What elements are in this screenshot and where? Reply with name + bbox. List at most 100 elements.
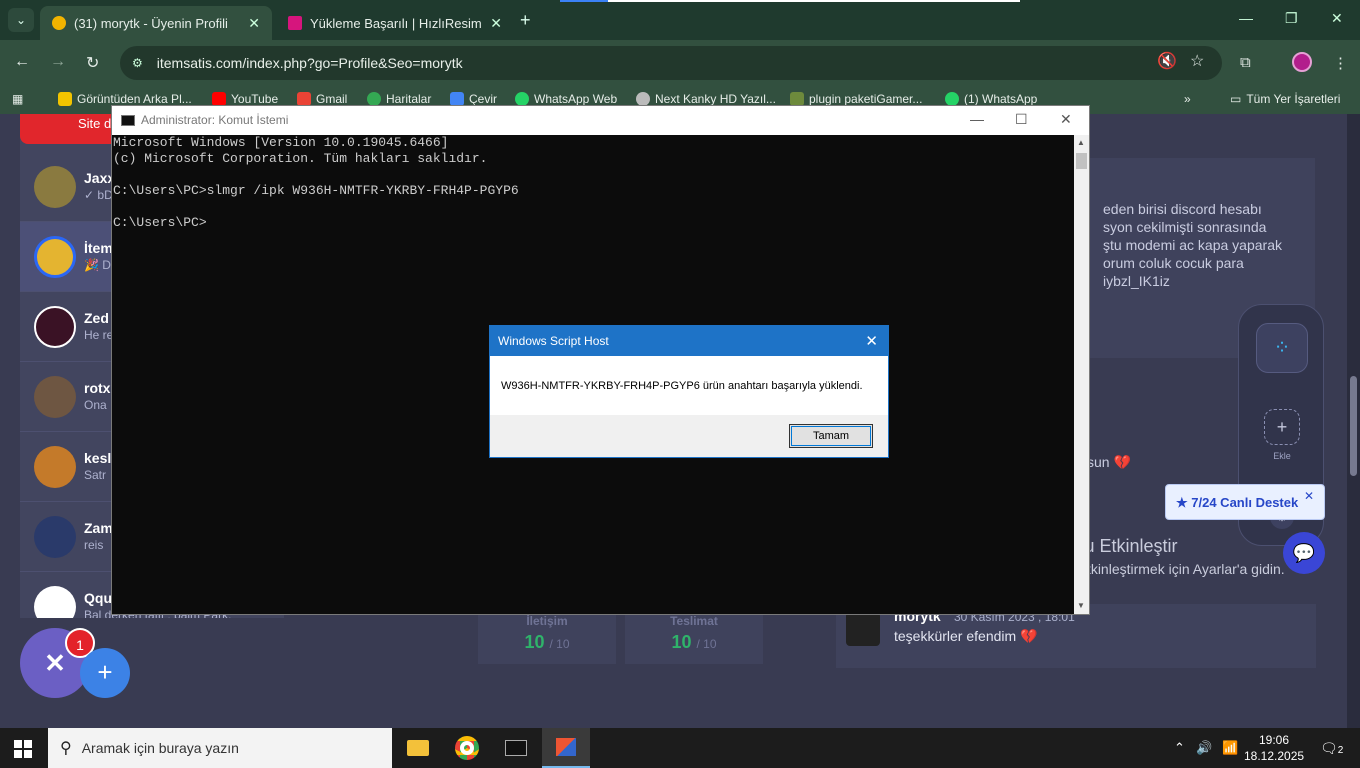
minimize-button[interactable]: — xyxy=(1239,10,1253,26)
whatsapp-icon xyxy=(945,92,959,106)
rating-label: Teslimat xyxy=(670,614,718,628)
chat-snippet: ✓ bD xyxy=(84,188,113,202)
clock-time: 19:06 xyxy=(1258,733,1290,747)
bookmark-item[interactable]: WhatsApp Web xyxy=(515,92,617,106)
script-host-taskbar-icon[interactable] xyxy=(542,728,590,768)
avatar xyxy=(34,236,76,278)
file-explorer-icon[interactable] xyxy=(394,728,442,768)
scroll-thumb[interactable] xyxy=(1076,153,1087,169)
tab-title: (31) morytk - Üyenin Profili xyxy=(74,15,228,31)
bookmark-item[interactable]: Görüntüden Arka Pl... xyxy=(58,92,192,106)
maximize-button[interactable]: ☐ xyxy=(1015,111,1028,128)
scroll-up-arrow[interactable]: ▲ xyxy=(1077,138,1085,147)
chrome-icon[interactable] xyxy=(443,728,491,768)
cmd-taskbar-icon[interactable] xyxy=(492,728,540,768)
bookmark-item[interactable]: Çevir xyxy=(450,92,497,106)
chat-name: İtem xyxy=(84,240,113,256)
cmd-title: Administrator: Komut İstemi xyxy=(141,113,289,127)
bookmark-item[interactable]: plugin paketiGamer... xyxy=(790,92,922,106)
chat-bubble-icon[interactable]: 💬 xyxy=(1283,532,1325,574)
about-line: syon cekilmişti sonrasında xyxy=(1103,219,1267,235)
apps-grid-icon[interactable]: ⁘ xyxy=(1256,323,1308,373)
bookmark-label: WhatsApp Web xyxy=(534,92,618,106)
address-bar[interactable]: ⚙ itemsatis.com/index.php?go=Profile&Seo… xyxy=(120,46,1222,80)
close-icon[interactable]: ✕ xyxy=(248,15,260,32)
browser-toolbar: ← → ↻ ⚙ itemsatis.com/index.php?go=Profi… xyxy=(0,40,1360,86)
avatar xyxy=(34,376,76,418)
tab-search-button[interactable]: ⌄ xyxy=(8,8,34,32)
chat-snippet: Ona xyxy=(84,398,107,412)
profile-avatar[interactable] xyxy=(1292,52,1312,72)
close-window-button[interactable]: ✕ xyxy=(1060,111,1072,128)
network-icon[interactable]: 📶 xyxy=(1222,740,1238,756)
tab-upload[interactable]: Yükleme Başarılı | HızlıResim ✕ xyxy=(276,6,514,40)
cmd-titlebar[interactable]: Administrator: Komut İstemi — ☐ ✕ xyxy=(112,106,1089,135)
folder-icon: ▭ xyxy=(1230,92,1242,106)
more-bookmarks-icon[interactable]: » xyxy=(1184,92,1191,106)
chevron-up-icon[interactable]: ⌃ xyxy=(1174,740,1185,756)
chat-name: Qqu xyxy=(84,590,112,606)
close-icon[interactable]: ✕ xyxy=(1304,489,1314,503)
bookmark-item[interactable]: Next Kanky HD Yazıl... xyxy=(636,92,776,106)
about-line: iybzl_IK1iz xyxy=(1103,273,1170,289)
comment-text: teşekkürler efendim 💔 xyxy=(894,628,1038,644)
taskbar-search[interactable]: ⚲ Aramak için buraya yazın xyxy=(48,728,392,768)
add-label: Ekle xyxy=(1273,451,1291,461)
close-icon[interactable]: ✕ xyxy=(865,332,878,350)
bell-icon xyxy=(52,16,66,30)
notification-center-icon[interactable]: 🗨2 xyxy=(1320,740,1343,757)
search-icon: ⚲ xyxy=(60,740,72,757)
close-icon[interactable]: ✕ xyxy=(490,15,502,32)
bookmark-item[interactable]: Gmail xyxy=(297,92,347,106)
new-tab-button[interactable]: + xyxy=(520,10,531,31)
windows-start-icon[interactable] xyxy=(14,740,32,758)
extensions-icon[interactable]: ⧉ xyxy=(1240,54,1251,71)
rating-value: 10 xyxy=(671,632,692,652)
chat-snippet: He re xyxy=(84,328,114,342)
all-bookmarks[interactable]: ▭ Tüm Yer İşaretleri xyxy=(1230,92,1340,106)
tab-title: Yükleme Başarılı | HızlıResim xyxy=(310,15,482,31)
close-window-button[interactable]: ✕ xyxy=(1331,10,1343,27)
star-icon[interactable]: ☆ xyxy=(1190,51,1204,71)
menu-icon[interactable]: ⋮ xyxy=(1333,54,1348,72)
live-support-pill[interactable]: ★ 7/24 Canlı Destek xyxy=(1165,484,1325,520)
apps-icon[interactable]: ▦ xyxy=(12,92,23,106)
bookmark-label: Görüntüden Arka Pl... xyxy=(77,92,192,106)
loading-bar xyxy=(560,0,1020,2)
rating-label: İletişim xyxy=(526,614,568,628)
search-placeholder: Aramak için buraya yazın xyxy=(81,740,239,756)
chat-name: rotx xyxy=(84,380,111,396)
dialog-footer: Tamam xyxy=(490,415,888,457)
minimize-button[interactable]: — xyxy=(970,111,984,127)
avatar xyxy=(846,612,880,646)
avatar xyxy=(34,306,76,348)
forward-button[interactable]: → xyxy=(50,53,66,71)
scroll-down-arrow[interactable]: ▼ xyxy=(1077,601,1085,610)
bookmark-label: YouTube xyxy=(231,92,279,106)
avatar xyxy=(34,586,76,618)
ok-button[interactable]: Tamam xyxy=(789,424,873,448)
cmd-scrollbar[interactable]: ▲ ▼ xyxy=(1074,135,1089,614)
site-info-icon[interactable]: ⚙ xyxy=(132,56,143,70)
chat-name: Zed xyxy=(84,310,109,326)
youtube-icon xyxy=(212,92,226,106)
bookmark-item[interactable]: (1) WhatsApp xyxy=(945,92,1037,106)
clock[interactable]: 19:06 18.12.2025 xyxy=(1244,732,1304,764)
scroll-thumb[interactable] xyxy=(1350,376,1357,476)
site-button-label: Site d xyxy=(78,116,112,131)
avatar xyxy=(34,516,76,558)
volume-icon[interactable]: 🔊 xyxy=(1196,740,1212,756)
gmail-icon xyxy=(297,92,311,106)
add-button[interactable]: + xyxy=(1264,409,1300,445)
reload-button[interactable]: ↻ xyxy=(86,53,99,73)
bookmark-item[interactable]: YouTube xyxy=(212,92,278,106)
mute-icon[interactable]: 🔇 xyxy=(1157,51,1177,71)
add-fab-button[interactable]: + xyxy=(80,648,130,698)
bookmark-item[interactable]: Haritalar xyxy=(367,92,431,106)
back-button[interactable]: ← xyxy=(14,53,30,71)
restore-button[interactable]: ❐ xyxy=(1285,10,1298,27)
page-scrollbar[interactable] xyxy=(1347,114,1360,728)
bookmark-label: Gmail xyxy=(316,92,348,106)
tab-profile[interactable]: (31) morytk - Üyenin Profili ✕ xyxy=(40,6,272,40)
notification-count: 2 xyxy=(1337,745,1344,756)
